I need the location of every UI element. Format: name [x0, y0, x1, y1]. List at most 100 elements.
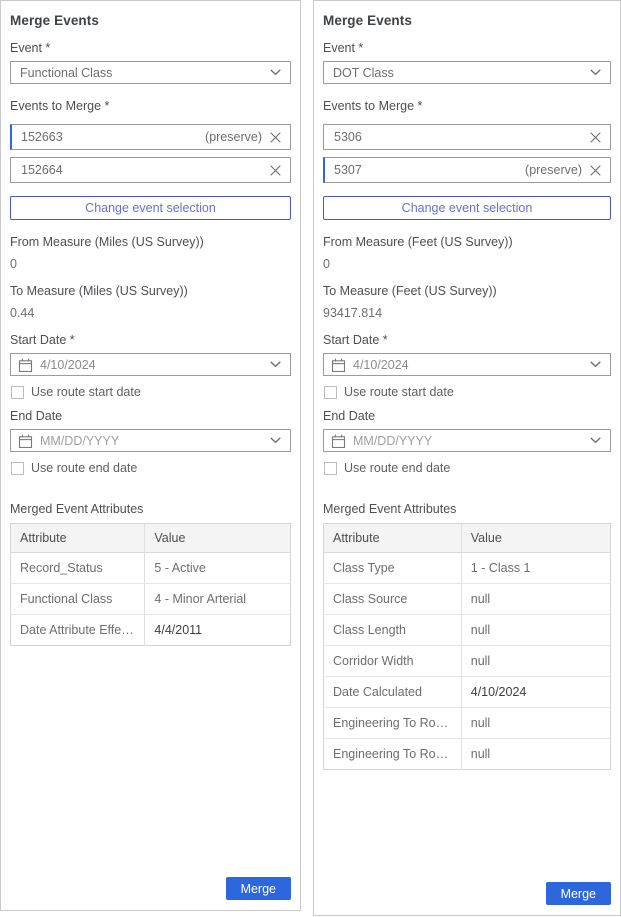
value-cell: null: [461, 739, 610, 770]
remove-event-icon[interactable]: [270, 132, 281, 143]
calendar-icon: [18, 358, 33, 372]
end-date-placeholder: MM/DD/YYYY: [353, 434, 432, 448]
table-row: Class Source null: [324, 584, 611, 615]
end-date-label: End Date: [10, 409, 291, 424]
use-route-end-date-checkbox[interactable]: [324, 462, 337, 475]
use-route-start-date-label: Use route start date: [344, 385, 454, 399]
event-id: 152664: [21, 163, 63, 177]
preserve-tag: (preserve): [205, 130, 262, 144]
attribute-column-header: Attribute: [324, 524, 462, 553]
chevron-down-icon: [590, 437, 601, 444]
panel-title: Merge Events: [10, 13, 291, 28]
value-cell: 5 - Active: [145, 553, 291, 584]
start-date-value: 4/10/2024: [40, 358, 96, 372]
table-row: Engineering To Route ... null: [324, 739, 611, 770]
end-date-input[interactable]: MM/DD/YYYY: [323, 429, 611, 452]
event-label: Event *: [10, 41, 291, 56]
table-header-row: Attribute Value: [324, 524, 611, 553]
start-date-label: Start Date *: [323, 333, 611, 348]
to-measure-label: To Measure (Feet (US Survey)): [323, 284, 611, 299]
table-row: Class Length null: [324, 615, 611, 646]
value-cell: 4/4/2011: [145, 615, 291, 646]
change-event-selection-button[interactable]: Change event selection: [323, 196, 611, 220]
from-measure-value: 0: [10, 257, 291, 272]
use-route-end-date-checkbox[interactable]: [11, 462, 24, 475]
remove-event-icon[interactable]: [270, 165, 281, 176]
event-to-merge-item: 5306: [323, 124, 611, 150]
merged-event-attributes-table: Attribute Value Class Type 1 - Class 1 C…: [323, 523, 611, 770]
value-cell: 4 - Minor Arterial: [145, 584, 291, 615]
start-date-label: Start Date *: [10, 333, 291, 348]
use-route-start-date-row: Use route start date: [11, 385, 291, 399]
chevron-down-icon: [590, 361, 601, 368]
start-date-input[interactable]: 4/10/2024: [323, 353, 611, 376]
event-select-value: DOT Class: [333, 66, 394, 80]
value-column-header: Value: [145, 524, 291, 553]
start-date-input[interactable]: 4/10/2024: [10, 353, 291, 376]
end-date-label: End Date: [323, 409, 611, 424]
use-route-start-date-row: Use route start date: [324, 385, 611, 399]
chevron-down-icon: [270, 437, 281, 444]
panel-footer: Merge: [323, 872, 611, 905]
use-route-start-date-checkbox[interactable]: [11, 386, 24, 399]
attribute-cell: Class Length: [324, 615, 462, 646]
table-row: Date Calculated 4/10/2024: [324, 677, 611, 708]
from-measure-label: From Measure (Miles (US Survey)): [10, 235, 291, 250]
value-cell: null: [461, 646, 610, 677]
value-column-header: Value: [461, 524, 610, 553]
use-route-start-date-label: Use route start date: [31, 385, 141, 399]
end-date-placeholder: MM/DD/YYYY: [40, 434, 119, 448]
preserve-tag: (preserve): [525, 163, 582, 177]
use-route-end-date-row: Use route end date: [11, 461, 291, 475]
change-event-selection-button[interactable]: Change event selection: [10, 196, 291, 220]
to-measure-value: 93417.814: [323, 306, 611, 321]
event-id: 152663: [21, 130, 63, 144]
events-to-merge-list: 152663 (preserve) 152664: [10, 124, 291, 190]
merge-button[interactable]: Merge: [226, 877, 291, 900]
value-cell: 4/10/2024: [461, 677, 610, 708]
attribute-cell: Functional Class: [11, 584, 145, 615]
events-to-merge-label: Events to Merge *: [10, 99, 291, 114]
event-to-merge-item: 152663 (preserve): [10, 124, 291, 150]
event-select[interactable]: Functional Class: [10, 61, 291, 84]
use-route-start-date-checkbox[interactable]: [324, 386, 337, 399]
attribute-cell: Class Type: [324, 553, 462, 584]
chevron-down-icon: [270, 361, 281, 368]
use-route-end-date-label: Use route end date: [344, 461, 450, 475]
chevron-down-icon: [270, 69, 281, 76]
value-cell: null: [461, 708, 610, 739]
value-cell: null: [461, 584, 610, 615]
event-label: Event *: [323, 41, 611, 56]
table-row: Functional Class 4 - Minor Arterial: [11, 584, 291, 615]
remove-event-icon[interactable]: [590, 165, 601, 176]
merge-button[interactable]: Merge: [546, 882, 611, 905]
to-measure-value: 0.44: [10, 306, 291, 321]
attribute-cell: Engineering To Route ...: [324, 739, 462, 770]
calendar-icon: [331, 434, 346, 448]
merged-event-attributes-table: Attribute Value Record_Status 5 - Active…: [10, 523, 291, 646]
panel-footer: Merge: [10, 867, 291, 900]
remove-event-icon[interactable]: [590, 132, 601, 143]
from-measure-label: From Measure (Feet (US Survey)): [323, 235, 611, 250]
attribute-cell: Date Calculated: [324, 677, 462, 708]
event-select-value: Functional Class: [20, 66, 112, 80]
use-route-end-date-row: Use route end date: [324, 461, 611, 475]
table-row: Record_Status 5 - Active: [11, 553, 291, 584]
event-select[interactable]: DOT Class: [323, 61, 611, 84]
table-row: Date Attribute Effective 4/4/2011: [11, 615, 291, 646]
end-date-input[interactable]: MM/DD/YYYY: [10, 429, 291, 452]
chevron-down-icon: [590, 69, 601, 76]
value-cell: null: [461, 615, 610, 646]
table-header-row: Attribute Value: [11, 524, 291, 553]
start-date-value: 4/10/2024: [353, 358, 409, 372]
merged-event-attributes-title: Merged Event Attributes: [323, 502, 611, 516]
event-id: 5306: [334, 130, 362, 144]
to-measure-label: To Measure (Miles (US Survey)): [10, 284, 291, 299]
merge-events-panel-functional-class: Merge Events Event * Functional Class Ev…: [0, 0, 301, 911]
event-to-merge-item: 152664: [10, 157, 291, 183]
attribute-cell: Engineering To RouteID: [324, 708, 462, 739]
attribute-column-header: Attribute: [11, 524, 145, 553]
calendar-icon: [331, 358, 346, 372]
use-route-end-date-label: Use route end date: [31, 461, 137, 475]
merged-event-attributes-title: Merged Event Attributes: [10, 502, 291, 516]
